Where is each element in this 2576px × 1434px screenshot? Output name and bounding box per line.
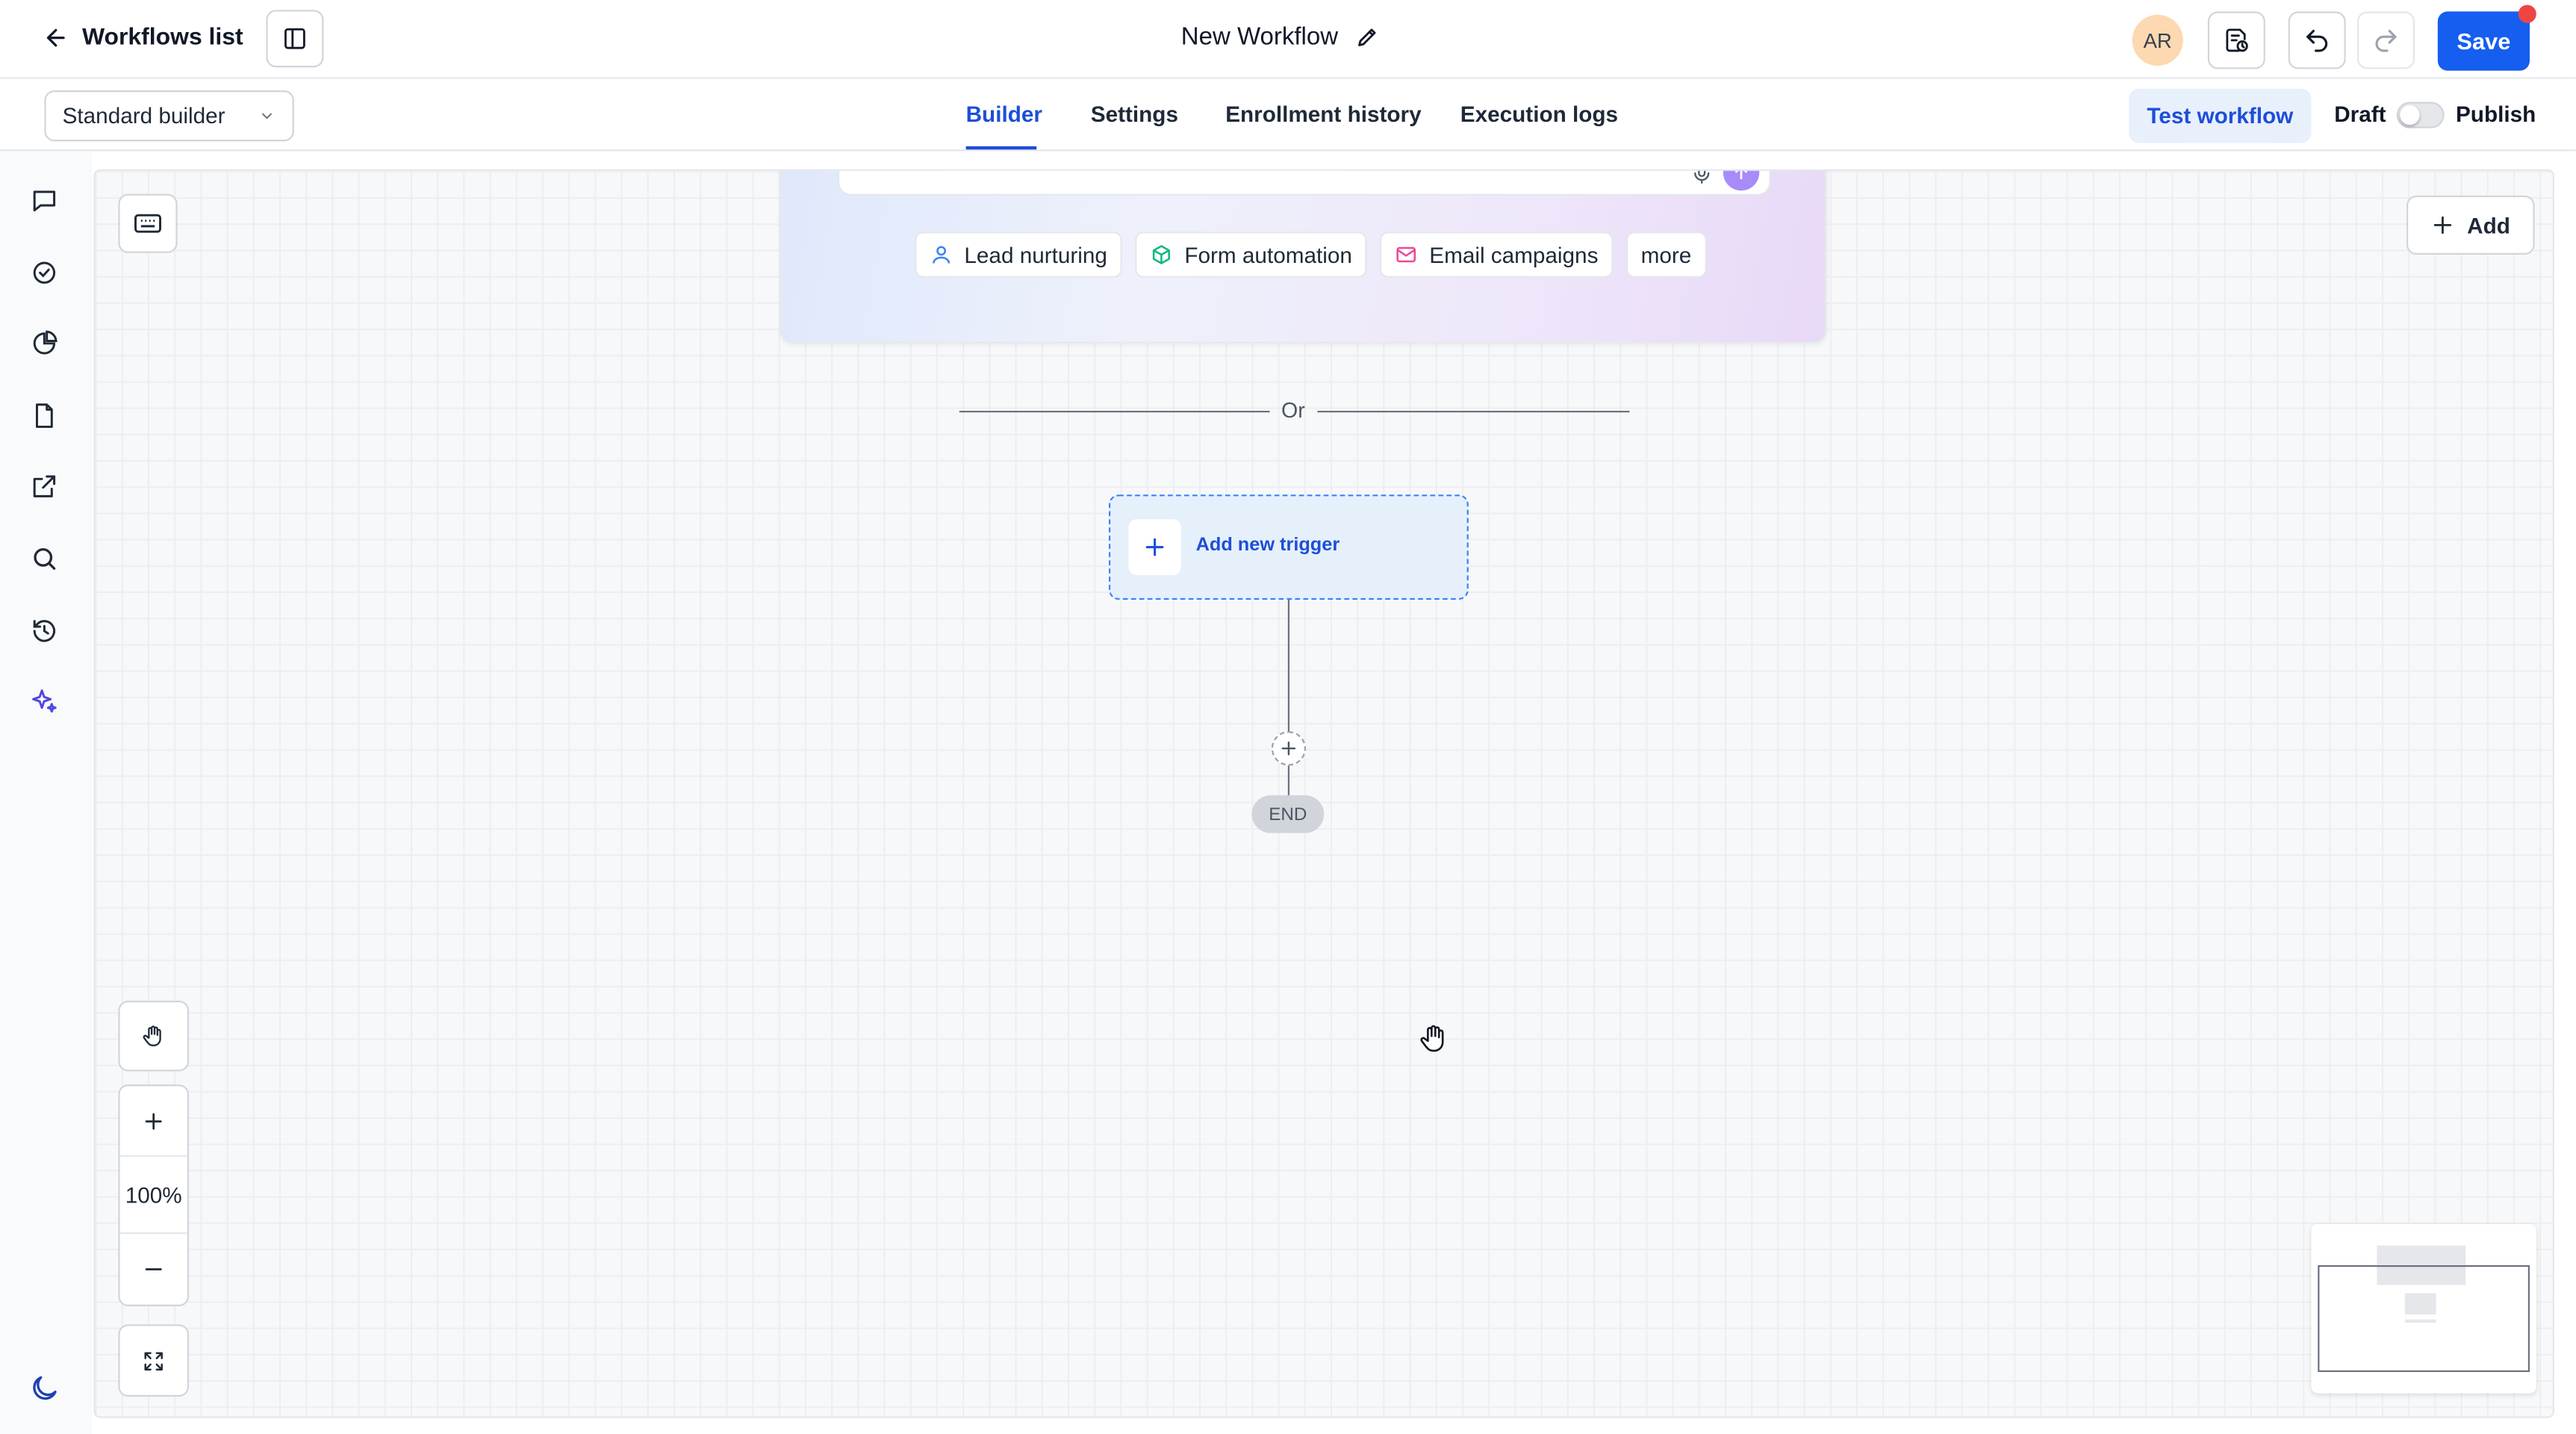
chat-icon[interactable]: [28, 184, 60, 217]
trigger-plus-box: [1128, 519, 1181, 575]
plus-icon: [2433, 216, 2451, 235]
ai-prompt-input[interactable]: [838, 170, 1771, 196]
add-trigger-node[interactable]: Add new trigger: [1109, 494, 1469, 600]
chip-label: more: [1640, 242, 1692, 267]
toggle-knob: [2400, 105, 2420, 125]
add-label: Add: [2467, 212, 2510, 238]
hand-icon: [143, 1025, 161, 1046]
moon-icon[interactable]: [28, 1372, 60, 1405]
chip-more[interactable]: more: [1625, 232, 1707, 278]
divider-right: [1317, 411, 1630, 413]
or-label: Or: [1281, 397, 1305, 423]
connector-line: [1287, 600, 1289, 797]
publish-toggle[interactable]: [2396, 102, 2445, 128]
suggestion-chips: Lead nurturing Form automation Email cam…: [915, 232, 1707, 278]
chip-label: Lead nurturing: [964, 242, 1107, 267]
pan-tool-control: [118, 1000, 189, 1072]
fit-view-control: [118, 1324, 189, 1397]
zoom-in-button[interactable]: [120, 1086, 187, 1155]
minimap-node: [2404, 1319, 2436, 1323]
history-icon[interactable]: [28, 615, 60, 648]
add-button[interactable]: Add: [2407, 195, 2535, 255]
add-step-button[interactable]: [1271, 731, 1306, 766]
workflow-title-text: New Workflow: [1180, 22, 1339, 52]
fit-view-button[interactable]: [120, 1326, 187, 1394]
builder-mode-value: Standard builder: [62, 103, 225, 128]
mail-icon: [1396, 246, 1416, 263]
avatar[interactable]: AR: [2132, 14, 2183, 66]
tab-builder[interactable]: Builder: [966, 102, 1042, 126]
microphone-icon[interactable]: [1690, 170, 1714, 187]
chip-label: Email campaigns: [1429, 242, 1599, 267]
back-label: Workflows list: [82, 25, 243, 52]
builder-mode-select[interactable]: Standard builder: [44, 90, 294, 142]
chip-email-campaigns[interactable]: Email campaigns: [1380, 232, 1614, 278]
pan-tool-button[interactable]: [120, 1002, 187, 1070]
undo-icon: [2306, 29, 2328, 52]
arrow-left-icon: [46, 28, 65, 47]
keyboard-icon: [134, 214, 161, 233]
redo-button[interactable]: [2357, 11, 2415, 69]
minus-icon: [145, 1268, 162, 1270]
sparkle-icon[interactable]: [28, 685, 60, 718]
minimap[interactable]: [2311, 1224, 2536, 1394]
chip-lead-nurturing[interactable]: Lead nurturing: [915, 232, 1122, 278]
search-icon[interactable]: [28, 542, 60, 575]
save-button[interactable]: Save: [2437, 4, 2536, 71]
plus-icon: [145, 1112, 162, 1129]
keyboard-shortcuts-button[interactable]: [118, 193, 178, 253]
pie-chart-icon[interactable]: [28, 327, 60, 360]
undo-button[interactable]: [2288, 11, 2346, 69]
test-workflow-button[interactable]: Test workflow: [2129, 88, 2312, 143]
draft-label: Draft: [2334, 102, 2386, 127]
divider-left: [959, 411, 1270, 413]
check-circle-icon[interactable]: [28, 256, 60, 289]
document-icon[interactable]: [28, 400, 60, 432]
save-label: Save: [2457, 28, 2511, 55]
redo-icon: [2375, 29, 2397, 52]
ai-prompt-card: Lead nurturing Form automation Email cam…: [780, 170, 1827, 344]
tab-settings[interactable]: Settings: [1091, 102, 1178, 126]
send-button[interactable]: [1723, 170, 1760, 191]
builder-toolbar: Standard builder Builder Settings Enroll…: [0, 78, 2576, 152]
sidebar-panel-icon: [284, 28, 305, 49]
workflow-title[interactable]: New Workflow: [1181, 23, 1379, 51]
cube-icon: [1153, 245, 1171, 264]
workflow-canvas[interactable]: Add Lead nurturing Form automation Email…: [93, 169, 2555, 1418]
external-link-icon[interactable]: [28, 470, 60, 503]
version-history-button[interactable]: [2207, 11, 2265, 69]
zoom-out-button[interactable]: [119, 1232, 187, 1305]
document-clock-icon: [2226, 28, 2248, 52]
end-node: END: [1251, 795, 1325, 834]
tab-execution-logs[interactable]: Execution logs: [1460, 102, 1618, 126]
publish-label: Publish: [2456, 102, 2536, 127]
tab-enrollment-history[interactable]: Enrollment history: [1225, 102, 1421, 126]
arrow-up-icon: [1735, 170, 1748, 180]
person-icon: [933, 246, 951, 264]
minimap-node: [2404, 1293, 2436, 1314]
plus-icon: [1281, 741, 1296, 756]
pencil-icon[interactable]: [1354, 25, 1379, 49]
zoom-controls: 100%: [118, 1084, 189, 1306]
expand-icon: [144, 1351, 163, 1370]
toggle-sidebar-button[interactable]: [266, 10, 324, 68]
unsaved-indicator-dot: [2518, 4, 2536, 23]
chip-form-automation[interactable]: Form automation: [1135, 232, 1367, 278]
minimap-viewport[interactable]: [2318, 1265, 2530, 1372]
zoom-level: 100%: [119, 1155, 187, 1232]
top-bar: Workflows list New Workflow AR Save: [0, 0, 2576, 79]
left-rail: [0, 151, 93, 1434]
chevron-down-icon: [261, 113, 273, 120]
back-to-workflows-link[interactable]: Workflows list: [43, 18, 243, 58]
active-tab-indicator: [965, 146, 1037, 150]
add-trigger-label: Add new trigger: [1195, 536, 1340, 556]
plus-icon: [1145, 538, 1164, 556]
chip-label: Form automation: [1184, 242, 1352, 267]
hand-cursor-icon: [1420, 1025, 1444, 1052]
